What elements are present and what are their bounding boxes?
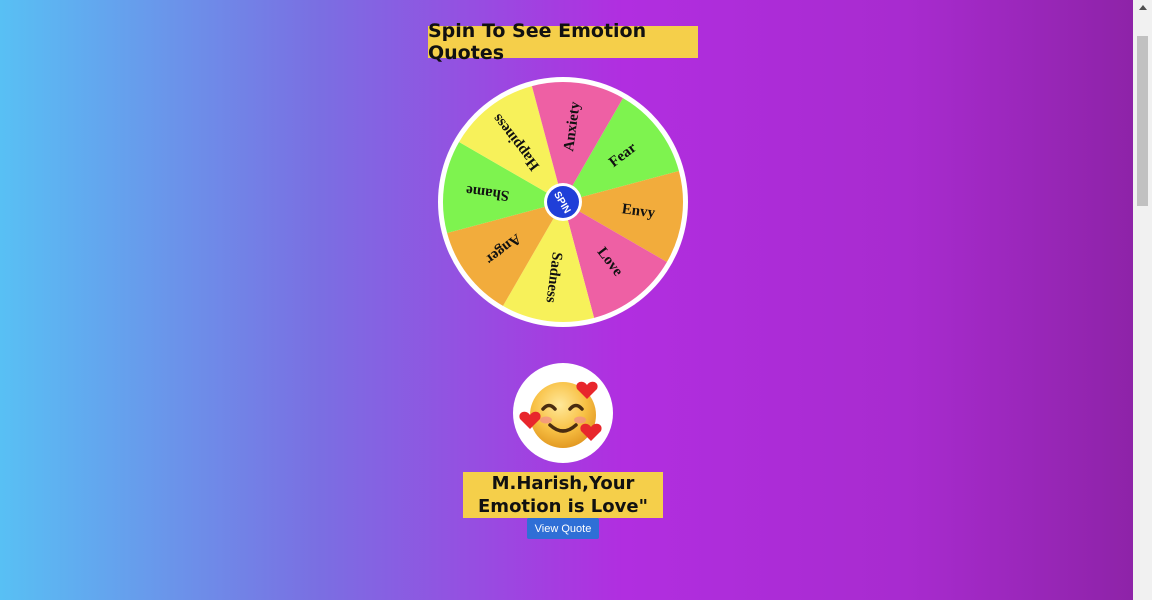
- wheel-svg[interactable]: FearEnvyLoveSadnessAngerShameHappiness An…: [437, 76, 689, 328]
- view-quote-button[interactable]: View Quote: [527, 518, 599, 539]
- emotion-wheel[interactable]: Fear Envy Love Sadness Anger Shame Happiness An…: [437, 76, 689, 328]
- smiling-face-with-hearts-icon: [519, 381, 602, 448]
- page-title: Spin To See Emotion Quotes: [428, 20, 698, 64]
- result-line-2: Emotion is Love": [478, 496, 648, 517]
- vertical-scrollbar[interactable]: [1133, 0, 1152, 600]
- result-quote-box: M.Harish,Your Emotion is Love": [463, 472, 663, 518]
- result-line-1: M.Harish,Your: [491, 473, 635, 494]
- spin-button[interactable]: SPIN: [544, 183, 582, 221]
- scroll-up-arrow-icon[interactable]: [1133, 0, 1152, 14]
- emotion-avatar: [513, 363, 613, 463]
- scrollbar-thumb[interactable]: [1137, 36, 1148, 206]
- page-background: Spin To See Emotion Quotes Fear Envy Love S…: [0, 0, 1133, 600]
